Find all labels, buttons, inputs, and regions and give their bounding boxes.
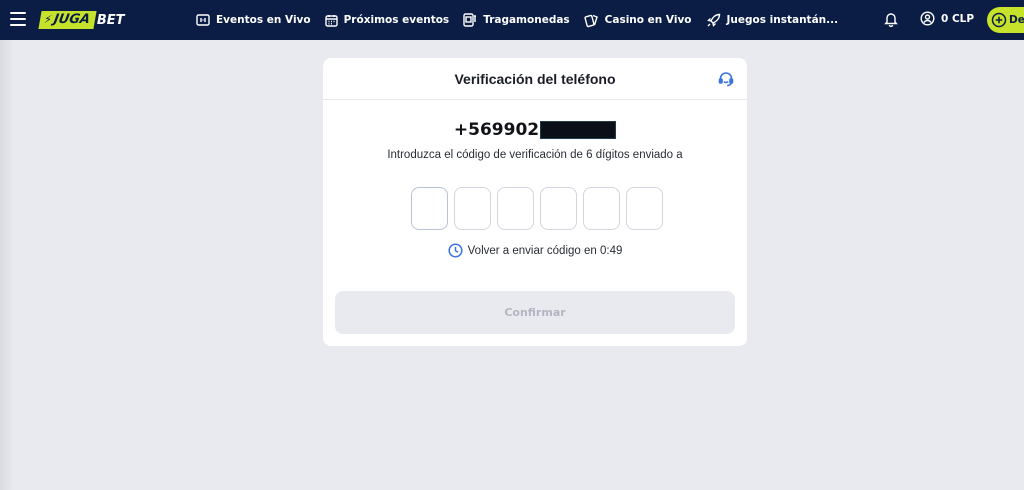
verification-code-inputs <box>411 187 663 230</box>
page-edge-shadow <box>0 40 14 490</box>
clock-icon <box>448 243 463 258</box>
plus-circle-icon <box>991 12 1007 28</box>
support-agent-icon[interactable] <box>717 70 735 88</box>
main-nav: Eventos en Vivo Próximos eventos Tragamo… <box>196 0 852 40</box>
nav-label: Juegos instantán... <box>726 14 839 26</box>
card-header: Verificación del teléfono <box>323 58 747 100</box>
nav-item-tragamonedas[interactable]: Tragamonedas <box>463 13 570 27</box>
bell-icon[interactable] <box>884 11 898 27</box>
code-digit-2[interactable] <box>454 187 491 230</box>
verification-instructions: Introduzca el código de verificación de … <box>387 149 683 161</box>
live-scoreboard-icon <box>196 14 210 26</box>
nav-item-proximos-eventos[interactable]: Próximos eventos <box>324 14 450 27</box>
confirm-button[interactable]: Confirmar <box>335 291 735 334</box>
user-icon <box>920 11 935 26</box>
nav-label: Próximos eventos <box>343 14 450 26</box>
code-digit-4[interactable] <box>540 187 577 230</box>
menu-icon[interactable] <box>10 12 26 26</box>
code-digit-6[interactable] <box>626 187 663 230</box>
code-digit-1[interactable] <box>411 187 448 230</box>
deposit-label: De <box>1009 14 1024 26</box>
resend-code-timer: Volver a enviar código en 0:49 <box>323 243 747 258</box>
logo-bet-text: BET <box>96 12 125 28</box>
account-balance[interactable]: 0 CLP <box>920 11 974 26</box>
balance-amount: 0 CLP <box>941 12 975 25</box>
jugabet-logo[interactable]: ⚡ JUGA BET <box>38 11 125 29</box>
redacted-phone-digits <box>540 121 617 139</box>
slot-machine-icon <box>463 13 477 27</box>
deposit-button[interactable]: De <box>987 7 1024 33</box>
phone-number-display: +569902 <box>323 120 747 140</box>
nav-label: Casino en Vivo <box>604 14 692 26</box>
rocket-icon <box>706 13 720 27</box>
calendar-icon <box>324 14 338 27</box>
top-navigation-bar: ⚡ JUGA BET Eventos en Vivo Próximos even… <box>0 0 1024 40</box>
phone-verification-card: Verificación del teléfono +569902 Introd… <box>323 58 747 346</box>
nav-label: Eventos en Vivo <box>216 14 311 26</box>
nav-item-casino-en-vivo[interactable]: Casino en Vivo <box>584 13 692 28</box>
code-digit-3[interactable] <box>497 187 534 230</box>
playing-cards-icon <box>584 14 598 27</box>
code-digit-5[interactable] <box>583 187 620 230</box>
page-title: Verificación del teléfono <box>454 70 616 87</box>
logo-juga-part: ⚡ JUGA <box>38 11 97 29</box>
phone-number: +569902 <box>453 120 540 140</box>
nav-item-juegos-instantaneos[interactable]: Juegos instantán... <box>706 13 839 28</box>
nav-item-eventos-en-vivo[interactable]: Eventos en Vivo <box>196 14 311 26</box>
resend-countdown-text: Volver a enviar código en 0:49 <box>467 244 623 257</box>
logo-juga-text: JUGA <box>52 12 92 27</box>
nav-label: Tragamonedas <box>483 14 570 26</box>
